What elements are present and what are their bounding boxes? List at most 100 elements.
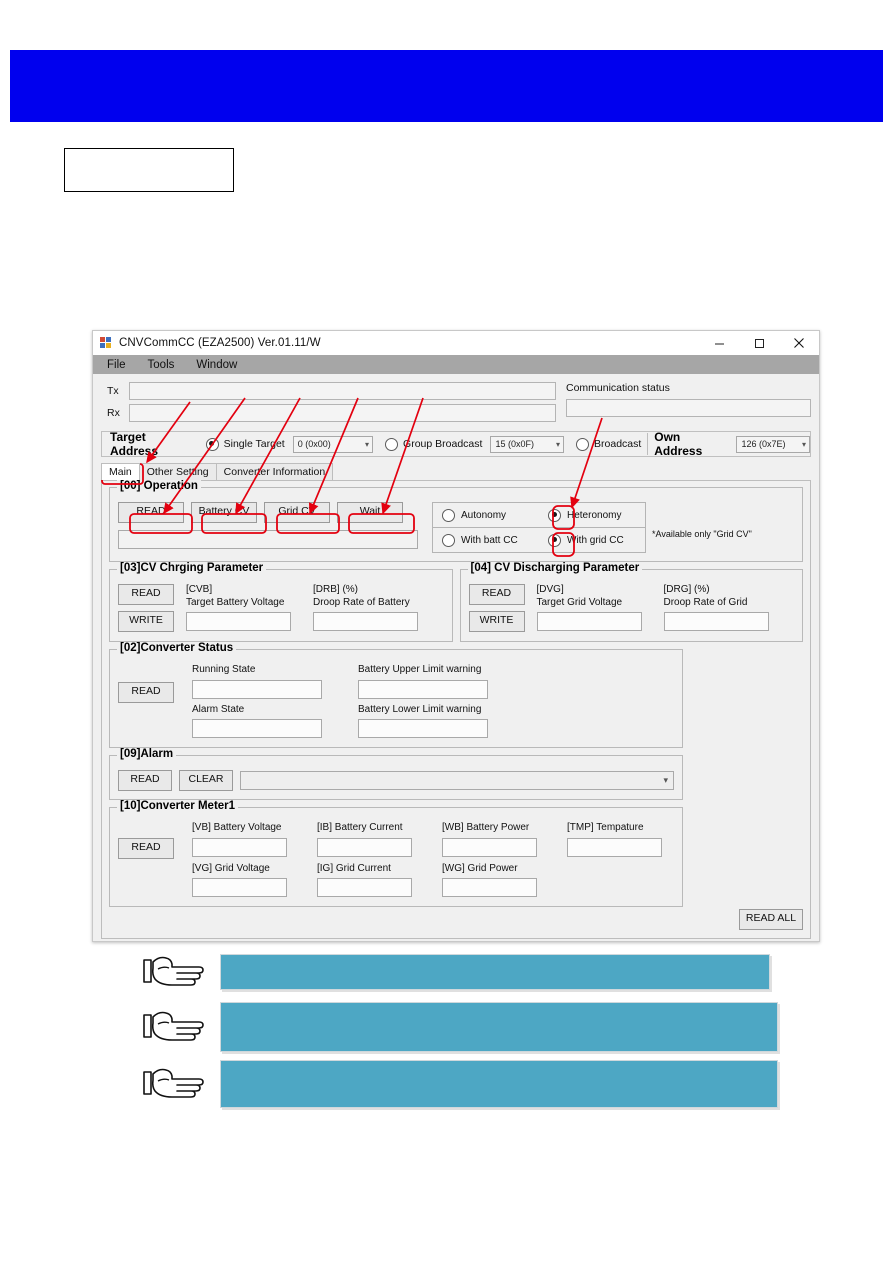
single-target-radio-icon[interactable] [205, 437, 219, 451]
mode-option-with-batt-cc[interactable]: With batt CC [433, 533, 539, 547]
rx-row: Rx [101, 403, 556, 422]
tab-main[interactable]: Main [101, 463, 140, 480]
ig-field [317, 878, 412, 897]
with-grid-cc-label: With grid CC [567, 534, 624, 546]
cv-charging-read-button[interactable]: READ [118, 584, 174, 605]
own-address-dropdown[interactable]: 126 (0x7E) ▾ [736, 435, 811, 453]
cv-charging-write-button[interactable]: WRITE [118, 611, 174, 632]
heteronomy-radio-icon[interactable] [548, 508, 561, 522]
autonomy-label: Autonomy [461, 509, 507, 521]
tab-converter-information[interactable]: Converter Information [215, 463, 334, 480]
cv-parameter-pair: [03]CV Chrging Parameter READ WRITE [CVB… [109, 562, 803, 642]
pointing-hand-icon [143, 956, 204, 986]
alarm-title: [09]Alarm [117, 748, 177, 760]
group-broadcast-radio-icon[interactable] [385, 437, 399, 451]
pointing-hand-icon [143, 1068, 204, 1098]
tmp-group: [TMP] Tempature [567, 822, 662, 857]
alarm-read-button[interactable]: READ [118, 770, 172, 791]
single-target-label: Single Target [223, 438, 285, 450]
drg-code: [DRG] (%) [663, 584, 710, 595]
callout-bar-1 [220, 954, 770, 990]
window-title: CNVCommCC (EZA2500) Ver.01.11/W [119, 337, 321, 349]
communication-status-label: Communication status [566, 382, 670, 394]
window-controls [699, 331, 819, 355]
mode-option-with-grid-cc[interactable]: With grid CC [539, 533, 645, 547]
tab-panel-main: [00] Operation READ Battery CV Grid CV W… [101, 480, 811, 939]
wb-label: [WB] Battery Power [442, 822, 530, 833]
cvb-code: [CVB] [186, 584, 213, 595]
drb-name: Droop Rate of Battery [313, 596, 410, 608]
wg-label: [WG] Grid Power [442, 862, 518, 874]
callout-row-3 [0, 1060, 893, 1108]
cv-charging-title: [03]CV Chrging Parameter [117, 562, 267, 574]
radio-group-broadcast[interactable]: Group Broadcast [385, 437, 483, 451]
single-target-dropdown[interactable]: 0 (0x00) ▾ [292, 435, 374, 453]
chevron-down-icon: ▾ [556, 439, 561, 449]
cv-discharging-write-button[interactable]: WRITE [468, 611, 525, 632]
battery-lower-limit-field [358, 719, 488, 738]
operation-grid-cv-button[interactable]: Grid CV [264, 502, 330, 523]
own-address-label: Own Address [654, 430, 703, 458]
close-icon[interactable] [779, 331, 819, 355]
mode-row-2: With batt CC With grid CC [433, 528, 645, 552]
alarm-state-field [192, 719, 322, 738]
callout-row-1 [0, 950, 893, 994]
wb-group: [WB] Battery Power [442, 822, 537, 857]
dvg-input[interactable] [536, 612, 642, 631]
radio-single-target[interactable]: Single Target [205, 437, 285, 451]
mode-option-heteronomy[interactable]: Heteronomy [539, 508, 645, 522]
target-address-label: Target Address [110, 430, 159, 458]
radio-broadcast[interactable]: Broadcast [576, 437, 641, 451]
io-panel: Tx Rx Communication status [101, 381, 811, 425]
drg-input[interactable] [663, 612, 769, 631]
with-batt-cc-label: With batt CC [461, 534, 518, 546]
tx-field[interactable] [129, 381, 556, 400]
vg-label: [VG] Grid Voltage [192, 862, 270, 874]
menu-item-tools[interactable]: Tools [148, 359, 175, 371]
operation-wait-button[interactable]: Wait [337, 502, 403, 523]
ib-label: [IB] Battery Current [317, 822, 403, 833]
ig-label: [IG] Grid Current [317, 862, 391, 874]
cvb-field-group: [CVB] Target Battery Voltage [186, 584, 291, 632]
group-converter-meter: [10]Converter Meter1 READ [VB] Battery V… [109, 800, 683, 907]
alarm-clear-button[interactable]: CLEAR [179, 770, 233, 791]
mode-option-autonomy[interactable]: Autonomy [433, 508, 539, 522]
own-address-value: 126 (0x7E) [741, 439, 786, 449]
page-header-banner [10, 50, 883, 122]
battery-lower-limit-group: Battery Lower Limit warning [358, 704, 488, 738]
menu-item-file[interactable]: File [107, 359, 126, 371]
cvb-input[interactable] [186, 612, 291, 631]
tmp-label: [TMP] Tempature [567, 822, 644, 833]
cv-discharging-read-button[interactable]: READ [468, 584, 525, 605]
minimize-icon[interactable] [699, 331, 739, 355]
operation-title: [00] Operation [117, 480, 201, 492]
single-target-value: 0 (0x00) [297, 439, 331, 449]
broadcast-radio-icon[interactable] [576, 437, 590, 451]
drg-name: Droop Rate of Grid [663, 596, 748, 608]
rx-field[interactable] [129, 403, 556, 422]
callout-row-2 [0, 1002, 893, 1052]
converter-status-title: [02]Converter Status [117, 642, 237, 654]
maximize-icon[interactable] [739, 331, 779, 355]
dvg-name: Target Grid Voltage [536, 596, 623, 608]
group-broadcast-label: Group Broadcast [403, 438, 483, 450]
drb-input[interactable] [313, 612, 418, 631]
alarm-dropdown[interactable]: ▾ [240, 771, 674, 790]
tab-other-setting[interactable]: Other Setting [138, 463, 217, 480]
with-grid-cc-radio-icon[interactable] [548, 533, 561, 547]
converter-meter-read-button[interactable]: READ [118, 838, 174, 859]
vb-field [192, 837, 287, 857]
with-batt-cc-radio-icon[interactable] [442, 533, 455, 547]
autonomy-radio-icon[interactable] [442, 508, 455, 522]
menu-item-window[interactable]: Window [196, 359, 237, 371]
callout-bar-2 [220, 1002, 778, 1052]
callout-bar-3 [220, 1060, 778, 1108]
converter-status-read-button[interactable]: READ [118, 682, 174, 703]
read-all-button[interactable]: READ ALL [739, 909, 803, 930]
group-broadcast-dropdown[interactable]: 15 (0x0F) ▾ [490, 435, 565, 453]
operation-battery-cv-button[interactable]: Battery CV [191, 502, 257, 523]
tx-row: Tx [101, 381, 556, 400]
pointing-hand-icon [143, 1011, 204, 1041]
group-cv-discharging: [04] CV Discharging Parameter READ WRITE… [459, 562, 803, 642]
operation-read-button[interactable]: READ [118, 502, 184, 523]
